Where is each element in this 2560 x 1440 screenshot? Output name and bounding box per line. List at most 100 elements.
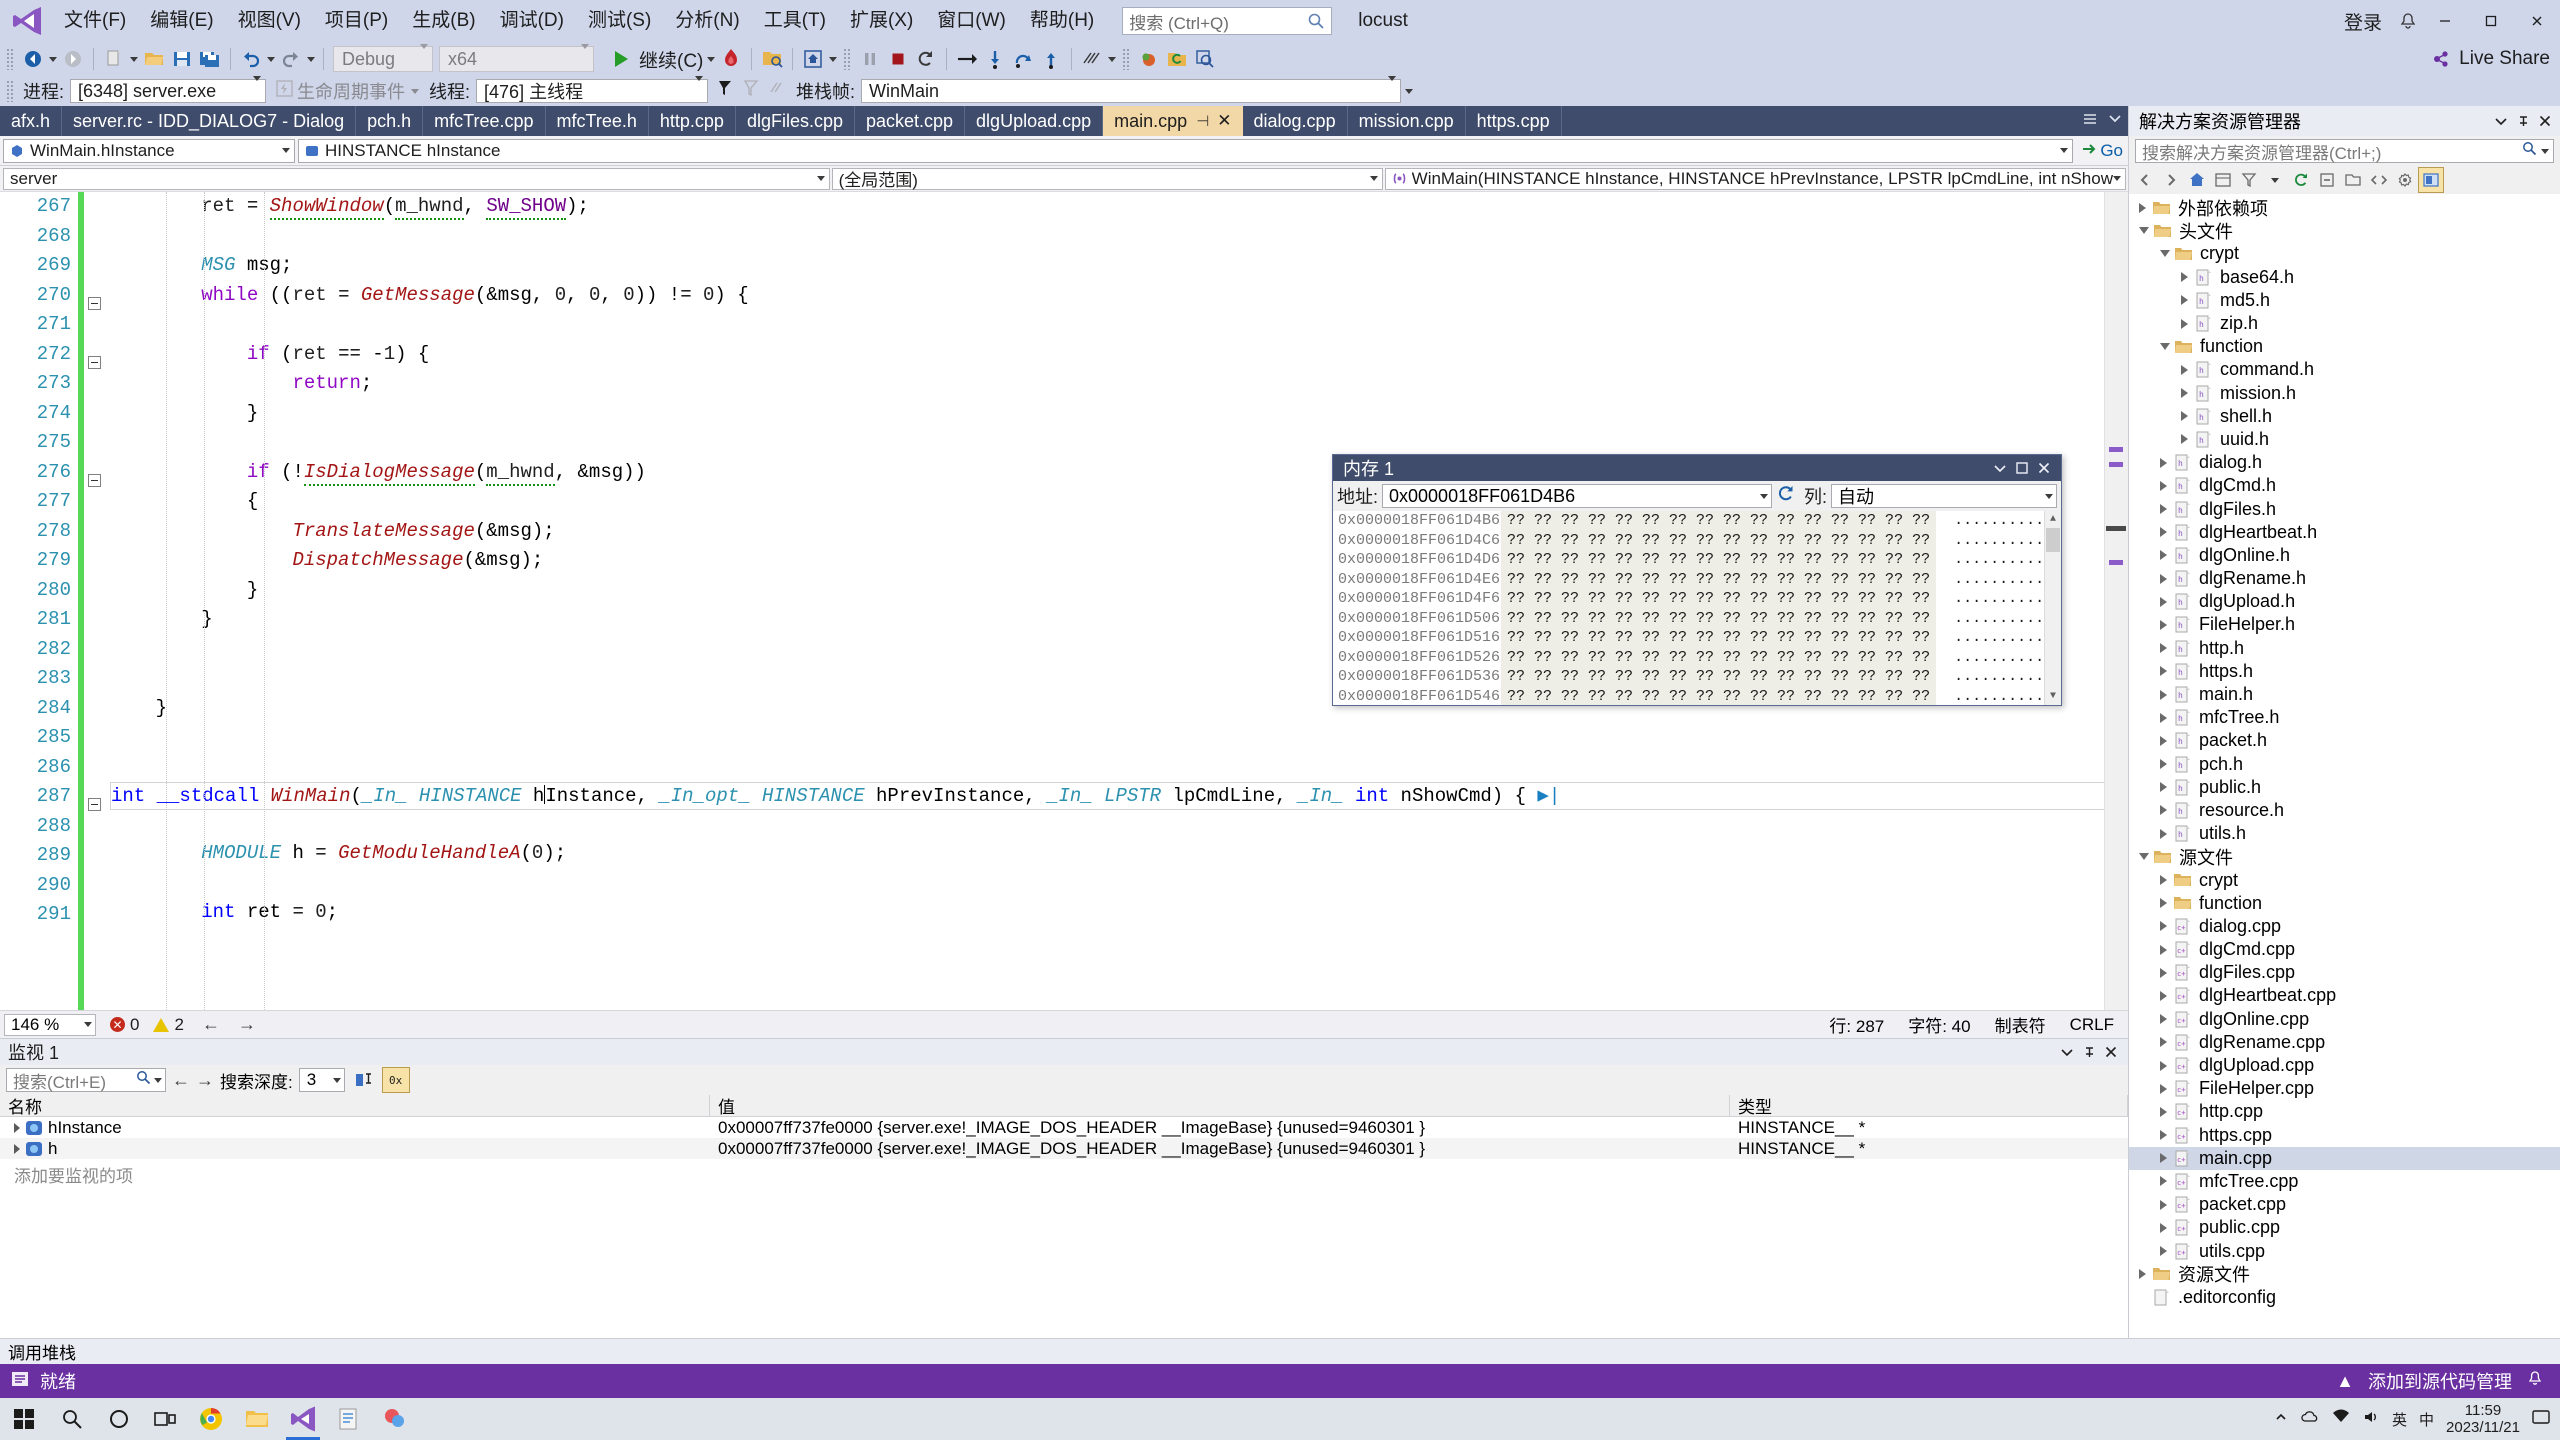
- solution-tree-item[interactable]: h https.h: [2129, 660, 2560, 683]
- document-tab-mission-cpp[interactable]: mission.cpp: [1348, 106, 1466, 136]
- solution-tree-item[interactable]: crypt: [2129, 242, 2560, 265]
- solution-tree-item[interactable]: c+ main.cpp: [2129, 1146, 2560, 1170]
- pending-changes-filter-icon[interactable]: [2237, 168, 2261, 192]
- code-editor[interactable]: 267 268 269 270 271 272 273 274 275 276 277 278 279 2…: [0, 192, 2128, 1010]
- menu-item-debug[interactable]: 调试(D): [488, 0, 576, 42]
- navigate-forward-icon[interactable]: [59, 44, 87, 74]
- document-tab-dlgfiles-cpp[interactable]: dlgFiles.cpp: [736, 106, 855, 136]
- document-tab-pch-h[interactable]: pch.h: [356, 106, 424, 136]
- step-out-icon[interactable]: [1037, 44, 1065, 74]
- class-member-combo[interactable]: WinMain.hInstance: [3, 138, 295, 163]
- code-line[interactable]: ret = ShowWindow(m_hwnd, SW_SHOW);: [110, 192, 2128, 222]
- menu-item-project[interactable]: 项目(P): [313, 0, 400, 42]
- chevron-right-icon-tree[interactable]: [2160, 759, 2167, 770]
- solution-explorer-titlebar[interactable]: 解决方案资源管理器: [2129, 106, 2560, 136]
- function-scope-combo[interactable]: WinMain(HINSTANCE hInstance, HINSTANCE h…: [1384, 167, 2126, 190]
- solution-tree-item[interactable]: function: [2129, 892, 2560, 915]
- notifications-icon[interactable]: [2394, 7, 2422, 35]
- code-line[interactable]: if (ret == -1) {: [110, 340, 2128, 370]
- expand-triangle-icon[interactable]: [14, 1122, 20, 1133]
- chevron-down-icon-tree[interactable]: [2160, 343, 2170, 351]
- chevron-right-icon-tree[interactable]: [2160, 1083, 2167, 1094]
- new-item-dropdown[interactable]: [128, 56, 140, 62]
- chevron-right-icon-tree[interactable]: [2181, 272, 2188, 283]
- memory-window[interactable]: 内存 1 地址: 0x0000018FF061D4B6 列: 自动 0x0000…: [1332, 454, 2062, 706]
- memory-window-close-icon[interactable]: [2033, 457, 2055, 479]
- document-tab-dlgupload-cpp[interactable]: dlgUpload.cpp: [965, 106, 1104, 136]
- solution-configuration-combo[interactable]: Debug: [333, 43, 433, 72]
- zoom-level-combo[interactable]: 146 %: [4, 1013, 96, 1036]
- menu-item-file[interactable]: 文件(F): [52, 0, 138, 42]
- chevron-right-icon-tree[interactable]: [2160, 1037, 2167, 1048]
- menu-item-help[interactable]: 帮助(H): [1018, 0, 1106, 42]
- debugbar-grip[interactable]: [6, 80, 15, 102]
- flag-filled-icon[interactable]: [716, 79, 734, 103]
- chevron-right-icon-tree[interactable]: [2160, 596, 2167, 607]
- chevron-right-icon-tree[interactable]: [2160, 573, 2167, 584]
- chevron-right-icon-tree[interactable]: [2160, 1106, 2167, 1117]
- chevron-right-icon-tree[interactable]: [2160, 504, 2167, 515]
- undo-icon[interactable]: [237, 44, 265, 74]
- solution-tree-item[interactable]: c+ dlgHeartbeat.cpp: [2129, 984, 2560, 1007]
- watch-window-close-icon[interactable]: [2100, 1041, 2122, 1063]
- chevron-right-icon-tree[interactable]: [2160, 1176, 2167, 1187]
- solution-tree-item[interactable]: h resource.h: [2129, 799, 2560, 822]
- chrome-button[interactable]: [188, 1398, 234, 1440]
- solution-tree-item[interactable]: 头文件: [2129, 219, 2560, 242]
- task-view-button[interactable]: [142, 1398, 188, 1440]
- solution-explorer-pin-icon[interactable]: [2512, 110, 2534, 132]
- code-line[interactable]: }: [110, 399, 2128, 429]
- code-line[interactable]: return;: [110, 369, 2128, 399]
- solution-explorer-search[interactable]: 搜索解决方案资源管理器(Ctrl+;): [2129, 136, 2560, 166]
- visual-studio-button[interactable]: [280, 1398, 326, 1440]
- solution-tree-item[interactable]: h dlgRename.h: [2129, 567, 2560, 590]
- solution-tree-item[interactable]: h dlgUpload.h: [2129, 590, 2560, 613]
- solution-platform-combo[interactable]: x64: [439, 43, 594, 72]
- tab-list-dropdown-icon[interactable]: [2082, 112, 2098, 130]
- chevron-right-icon-tree[interactable]: [2160, 480, 2167, 491]
- minimize-button[interactable]: [2422, 0, 2468, 42]
- live-share-button[interactable]: Live Share: [2455, 48, 2552, 70]
- home-icon[interactable]: [2185, 168, 2209, 192]
- add-to-source-control-label[interactable]: 添加到源代码管理: [2368, 1368, 2512, 1394]
- solution-tree-item[interactable]: h md5.h: [2129, 289, 2560, 312]
- file-explorer-button[interactable]: [234, 1398, 280, 1440]
- project-scope-combo[interactable]: server: [3, 167, 830, 190]
- chevron-right-icon-tree[interactable]: [2160, 944, 2167, 955]
- action-center-icon[interactable]: [2532, 1409, 2550, 1429]
- hot-reload-icon[interactable]: [717, 44, 745, 74]
- tabstrip-overflow-icon[interactable]: [2108, 112, 2122, 130]
- chevron-right-icon-tree[interactable]: [2160, 898, 2167, 909]
- solution-tree-item[interactable]: h utils.h: [2129, 822, 2560, 845]
- chevron-right-icon-tree[interactable]: [2160, 921, 2167, 932]
- chevron-right-icon-tree[interactable]: [2160, 527, 2167, 538]
- start-button[interactable]: [0, 1398, 48, 1440]
- lifecycle-events-label[interactable]: 生命周期事件: [297, 78, 405, 104]
- memory-columns-combo[interactable]: 自动: [1831, 484, 2057, 508]
- watch-row-name-cell[interactable]: hInstance: [0, 1118, 710, 1138]
- menu-item-edit[interactable]: 编辑(E): [138, 0, 225, 42]
- memory-row[interactable]: 0x0000018FF061D4C6?? ?? ?? ?? ?? ?? ?? ?…: [1333, 530, 2061, 550]
- chevron-down-icon-tree[interactable]: [2139, 227, 2149, 235]
- solution-tree-item[interactable]: c+ http.cpp: [2129, 1100, 2560, 1123]
- editor-vertical-scrollbar[interactable]: [2104, 192, 2128, 1010]
- memory-scroll-up-icon[interactable]: ▲: [2045, 511, 2061, 528]
- back-navigation-icon[interactable]: [2133, 168, 2157, 192]
- notes-button[interactable]: [326, 1398, 372, 1440]
- cortana-button[interactable]: [96, 1398, 142, 1440]
- chevron-right-icon-tree[interactable]: [2139, 202, 2146, 213]
- watch-search-prev-icon[interactable]: ←: [172, 1070, 190, 1091]
- chevron-right-icon-tree[interactable]: [2160, 828, 2167, 839]
- outlining-collapse-box[interactable]: [88, 296, 101, 310]
- solution-tree-item[interactable]: c+ packet.cpp: [2129, 1193, 2560, 1216]
- chevron-right-icon-tree[interactable]: [2160, 782, 2167, 793]
- tray-network-icon[interactable]: [2332, 1409, 2350, 1429]
- watch-column-name[interactable]: 名称: [0, 1095, 710, 1117]
- open-file-icon[interactable]: [140, 44, 168, 74]
- solution-tree-item[interactable]: h packet.h: [2129, 729, 2560, 752]
- watch-search-input[interactable]: 搜索(Ctrl+E): [6, 1068, 166, 1092]
- sign-in-link[interactable]: 登录: [2332, 8, 2394, 35]
- outlining-column[interactable]: [84, 192, 106, 1010]
- chevron-right-icon-tree[interactable]: [2160, 457, 2167, 468]
- break-all-icon[interactable]: [856, 44, 884, 74]
